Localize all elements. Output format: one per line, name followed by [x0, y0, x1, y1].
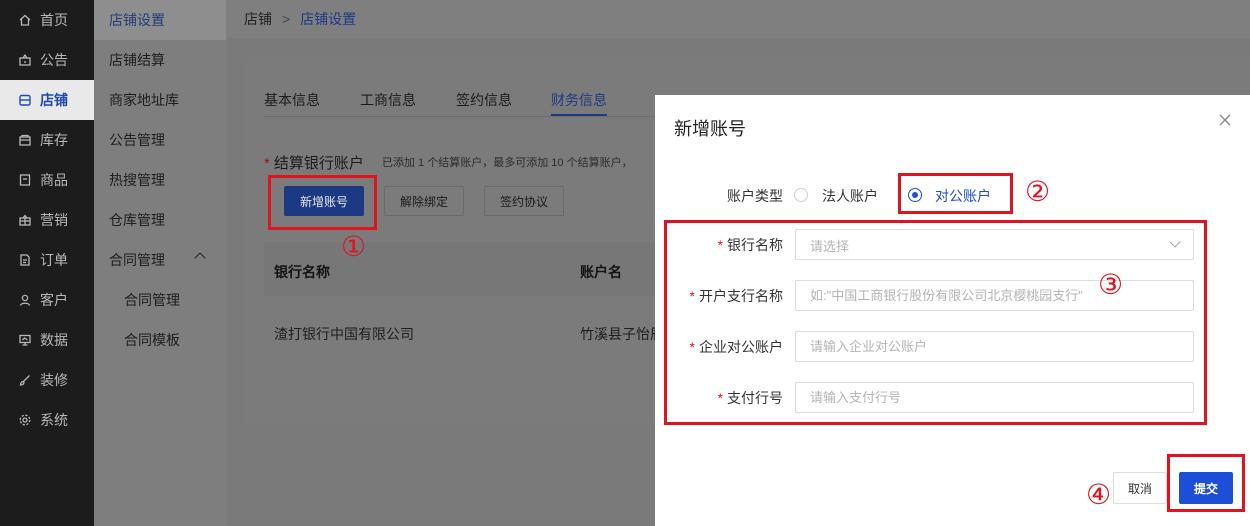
submenu-item-label: 热搜管理	[109, 172, 165, 188]
sidebar-item-announcement[interactable]: 公告	[0, 40, 94, 80]
table-cell-bank: 渣打银行中国有限公司	[274, 326, 414, 342]
breadcrumb-current: 店铺设置	[300, 11, 357, 27]
shop-icon	[19, 94, 31, 106]
sidebar-item-home[interactable]: 首页	[0, 0, 94, 40]
submenu-item-label: 商家地址库	[109, 92, 179, 108]
submenu-item-label: 仓库管理	[109, 212, 165, 228]
sidebar-item-label: 店铺	[40, 92, 68, 108]
sidebar-item-data[interactable]: 数据	[0, 320, 94, 360]
sidebar-item-label: 库存	[40, 132, 68, 148]
sidebar-item-marketing[interactable]: 营销	[0, 200, 94, 240]
section-title-text: 结算银行账户	[273, 155, 364, 172]
sidebar-item-shop[interactable]: 店铺	[0, 80, 94, 120]
submenu-group-contracts[interactable]: 合同管理	[94, 240, 226, 280]
agreement-button[interactable]: 签约协议	[484, 186, 564, 216]
dialog-title: 新增账号	[674, 119, 746, 139]
unbind-button[interactable]: 解除绑定	[384, 186, 464, 216]
sidebar-item-decoration[interactable]: 装修	[0, 360, 94, 400]
submenu-item-label: 合同管理	[124, 292, 180, 308]
tab-contract-info[interactable]: 签约信息	[456, 90, 512, 110]
account-type-label: 账户类型	[727, 188, 783, 204]
sidebar-item-label: 数据	[40, 332, 68, 348]
home-icon	[19, 14, 31, 26]
submenu-item-label: 店铺设置	[109, 12, 165, 28]
chevron-up-icon	[194, 252, 206, 264]
order-icon	[20, 254, 30, 266]
breadcrumb-root[interactable]: 店铺	[244, 9, 272, 29]
sidebar-item-label: 订单	[40, 252, 68, 268]
annotation-step4: ④	[1086, 478, 1112, 511]
required-mark: *	[264, 155, 270, 172]
sidebar-item-label: 营销	[40, 212, 68, 228]
submenu-item-hot-search[interactable]: 热搜管理	[94, 160, 226, 200]
main-sidebar: 首页 公告 店铺 库存 商品 营销 订单 客户 数据 装修 系统	[0, 0, 94, 526]
gift-icon	[19, 214, 31, 226]
submenu-item-label: 店铺结算	[109, 52, 165, 68]
tab-finance-info[interactable]: 财务信息	[551, 90, 607, 110]
shop-submenu: 店铺设置 店铺结算 商家地址库 公告管理 热搜管理 仓库管理 合同管理 合同管理…	[94, 0, 226, 526]
annotation-step3: ③	[1098, 268, 1124, 301]
submenu-item-label: 合同模板	[124, 332, 180, 348]
tab-basic-info[interactable]: 基本信息	[264, 90, 320, 110]
submenu-item-shop-settlement[interactable]: 店铺结算	[94, 40, 226, 80]
submenu-item-contract-mgmt[interactable]: 合同管理	[94, 280, 226, 320]
radio-label-personal[interactable]: 法人账户	[822, 186, 878, 206]
chart-icon	[19, 334, 31, 346]
submenu-item-label: 公告管理	[109, 132, 165, 148]
megaphone-icon	[19, 53, 31, 66]
sidebar-item-label: 商品	[40, 172, 68, 188]
close-icon[interactable]	[1218, 113, 1232, 127]
sidebar-item-customers[interactable]: 客户	[0, 280, 94, 320]
breadcrumb-separator: >	[282, 11, 291, 27]
sidebar-item-orders[interactable]: 订单	[0, 240, 94, 280]
table-cell-account-name: 竹溪县子怡辰	[580, 326, 664, 342]
annotation-step1: ①	[341, 230, 367, 263]
sidebar-item-products[interactable]: 商品	[0, 160, 94, 200]
section-description: 已添加 1 个结算账户，最多可添加 10 个结算账户，	[382, 157, 633, 169]
sidebar-item-label: 公告	[40, 52, 68, 68]
radio-personal-account[interactable]	[794, 188, 808, 202]
submenu-item-label: 合同管理	[109, 252, 165, 268]
submenu-item-warehouse[interactable]: 仓库管理	[94, 200, 226, 240]
annotation-box-step4	[1167, 454, 1245, 512]
annotation-box-step3	[664, 220, 1207, 425]
tab-business-info[interactable]: 工商信息	[360, 90, 416, 110]
brush-icon	[19, 375, 30, 386]
sidebar-item-label: 首页	[40, 12, 68, 28]
annotation-step2: ②	[1025, 175, 1051, 208]
box-icon	[19, 134, 31, 146]
sidebar-item-label: 客户	[40, 292, 68, 308]
annotation-box-step2	[898, 173, 1013, 214]
sidebar-item-label: 装修	[40, 372, 68, 388]
breadcrumb: 店铺 > 店铺设置	[226, 0, 1250, 38]
product-icon	[19, 174, 31, 186]
sidebar-item-system[interactable]: 系统	[0, 400, 94, 440]
submenu-item-address-book[interactable]: 商家地址库	[94, 80, 226, 120]
submenu-item-contract-template[interactable]: 合同模板	[94, 320, 226, 360]
column-header-bank: 银行名称	[274, 264, 330, 280]
column-header-account-name: 账户名	[580, 264, 622, 280]
annotation-box-step1	[268, 175, 377, 230]
sidebar-item-inventory[interactable]: 库存	[0, 120, 94, 160]
section-title: * 结算银行账户	[264, 152, 364, 173]
submenu-item-announcement-mgmt[interactable]: 公告管理	[94, 120, 226, 160]
submenu-item-shop-settings[interactable]: 店铺设置	[94, 0, 226, 40]
cancel-button[interactable]: 取消	[1113, 472, 1167, 504]
user-icon	[19, 294, 31, 306]
gear-icon	[19, 414, 31, 426]
sidebar-item-label: 系统	[40, 412, 68, 428]
